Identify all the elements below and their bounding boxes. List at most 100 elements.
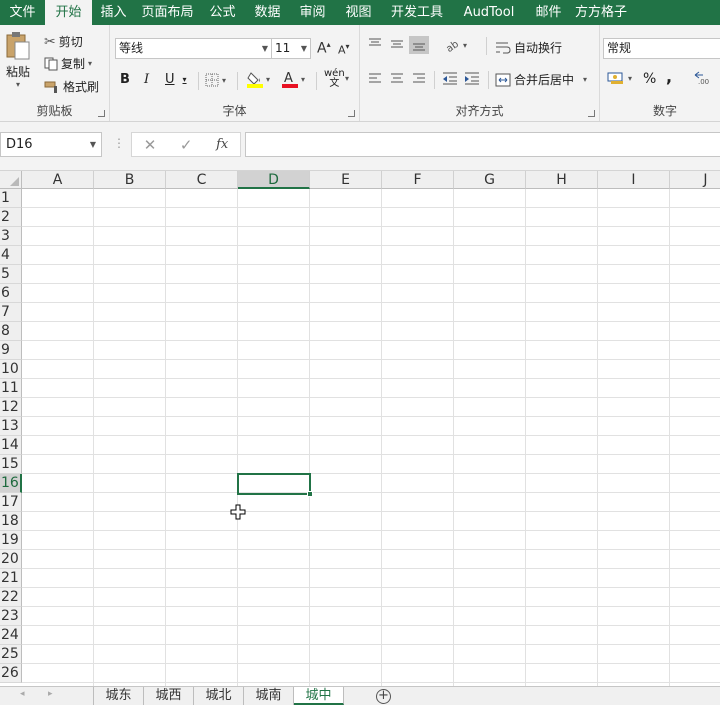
font-size-dropdown[interactable]: 11 ▼ [271, 38, 311, 59]
paste-button[interactable]: 粘贴 ▾ [4, 31, 32, 89]
row-header-24[interactable]: 24 [0, 626, 22, 645]
ribbon-tab-6[interactable]: 审阅 [290, 0, 335, 25]
underline-dropdown-icon[interactable]: ▾ [183, 75, 187, 84]
borders-button[interactable]: ▾ [205, 73, 226, 87]
ribbon-tab-7[interactable]: 视图 [335, 0, 382, 25]
format-painter-button[interactable]: 格式刷 [44, 78, 99, 95]
ribbon-tab-10[interactable]: 邮件 [526, 0, 571, 25]
increase-decimal-button[interactable]: .00 [694, 71, 714, 85]
font-color-button[interactable]: A ▾ [282, 70, 305, 88]
top-align-button[interactable] [368, 38, 382, 50]
alignment-dialog-launcher-icon[interactable] [588, 110, 595, 117]
font-dialog-launcher-icon[interactable] [348, 110, 355, 117]
row-header-2[interactable]: 2 [0, 208, 22, 227]
select-all-button[interactable] [0, 171, 22, 189]
ribbon-tab-1[interactable]: 开始 [45, 0, 92, 25]
align-center-button[interactable] [390, 73, 404, 85]
merge-dropdown-icon[interactable]: ▾ [583, 75, 587, 84]
ribbon-tab-11[interactable]: 方方格子 [571, 0, 631, 25]
ribbon-tab-5[interactable]: 数据 [245, 0, 290, 25]
row-header-15[interactable]: 15 [0, 455, 22, 474]
increase-indent-button[interactable] [464, 72, 480, 85]
wrap-text-button[interactable]: 自动换行 [495, 39, 562, 56]
borders-dropdown-icon[interactable]: ▾ [222, 76, 226, 85]
font-name-dropdown[interactable]: 等线 ▼ [115, 38, 272, 59]
merge-center-button[interactable]: 合并后居中 ▾ [495, 71, 587, 88]
row-header-17[interactable]: 17 [0, 493, 22, 512]
add-sheet-button[interactable]: + [376, 689, 391, 704]
sheet-tab-2[interactable]: 城北 [194, 687, 244, 705]
ribbon-tab-3[interactable]: 页面布局 [135, 0, 200, 25]
scroll-sheets-right-icon[interactable]: ▸ [48, 689, 53, 699]
formula-bar-grip-icon[interactable]: ⋮ [113, 136, 125, 150]
fill-handle[interactable] [307, 491, 313, 497]
ribbon-tab-9[interactable]: AudTool [452, 0, 526, 25]
name-box[interactable]: D16 ▼ [0, 132, 102, 157]
row-header-5[interactable]: 5 [0, 265, 22, 284]
orientation-button[interactable]: ab ▾ [444, 38, 467, 52]
bold-button[interactable]: B [120, 72, 130, 87]
column-header-B[interactable]: B [94, 171, 166, 189]
column-header-H[interactable]: H [526, 171, 598, 189]
accounting-format-button[interactable]: ▾ [607, 71, 632, 85]
comma-style-button[interactable]: , [666, 67, 672, 86]
align-left-button[interactable] [368, 73, 382, 85]
row-header-23[interactable]: 23 [0, 607, 22, 626]
column-header-C[interactable]: C [166, 171, 238, 189]
ribbon-tab-8[interactable]: 开发工具 [382, 0, 452, 25]
row-header-1[interactable]: 1 [0, 189, 22, 208]
row-header-25[interactable]: 25 [0, 645, 22, 664]
fill-color-dropdown-icon[interactable]: ▾ [266, 75, 270, 84]
row-header-12[interactable]: 12 [0, 398, 22, 417]
row-header-10[interactable]: 10 [0, 360, 22, 379]
sheet-tab-3[interactable]: 城南 [244, 687, 294, 705]
cut-button[interactable]: ✂ 剪切 [44, 33, 83, 50]
middle-align-button[interactable] [390, 38, 404, 50]
phonetic-guide-button[interactable]: wén 文 [324, 69, 345, 89]
italic-button[interactable]: I [144, 72, 149, 87]
row-header-19[interactable]: 19 [0, 531, 22, 550]
row-header-11[interactable]: 11 [0, 379, 22, 398]
underline-button[interactable]: U ▾ [165, 72, 187, 87]
enter-icon[interactable]: ✓ [180, 136, 193, 154]
cancel-icon[interactable]: ✕ [144, 136, 157, 154]
row-header-21[interactable]: 21 [0, 569, 22, 588]
row-header-14[interactable]: 14 [0, 436, 22, 455]
worksheet-grid[interactable]: ABCDEFGHIJ 1 2 3 4 5 6 7 8 9 10 11 12 13 14 15 16 17 18 19… [0, 171, 720, 686]
font-color-dropdown-icon[interactable]: ▾ [301, 75, 305, 84]
column-header-A[interactable]: A [22, 171, 94, 189]
active-cell-outline[interactable] [237, 473, 311, 495]
align-right-button[interactable] [412, 73, 426, 85]
column-header-D[interactable]: D [238, 171, 310, 189]
row-header-8[interactable]: 8 [0, 322, 22, 341]
column-header-I[interactable]: I [598, 171, 670, 189]
number-format-dropdown[interactable]: 常规 [603, 38, 720, 59]
decrease-font-size-button[interactable]: A▾ [338, 42, 350, 57]
sheet-tab-0[interactable]: 城东 [94, 687, 144, 705]
column-header-G[interactable]: G [454, 171, 526, 189]
copy-button[interactable]: 复制 ▾ [44, 55, 92, 72]
row-header-22[interactable]: 22 [0, 588, 22, 607]
ribbon-tab-4[interactable]: 公式 [200, 0, 245, 25]
row-header-6[interactable]: 6 [0, 284, 22, 303]
ribbon-tab-0[interactable]: 文件 [0, 0, 45, 25]
row-header-16[interactable]: 16 [0, 474, 22, 493]
row-header-18[interactable]: 18 [0, 512, 22, 531]
ribbon-tab-2[interactable]: 插入 [92, 0, 135, 25]
sheet-tab-4[interactable]: 城中 [294, 687, 344, 705]
fill-color-button[interactable]: ▾ [247, 70, 270, 88]
accounting-dropdown-icon[interactable]: ▾ [628, 74, 632, 83]
copy-dropdown-icon[interactable]: ▾ [88, 59, 92, 68]
column-header-F[interactable]: F [382, 171, 454, 189]
row-header-7[interactable]: 7 [0, 303, 22, 322]
row-header-3[interactable]: 3 [0, 227, 22, 246]
row-header-9[interactable]: 9 [0, 341, 22, 360]
row-header-13[interactable]: 13 [0, 417, 22, 436]
column-header-J[interactable]: J [670, 171, 720, 189]
insert-function-icon[interactable]: fx [216, 137, 228, 152]
percent-button[interactable]: % [643, 71, 656, 87]
row-header-20[interactable]: 20 [0, 550, 22, 569]
bottom-align-button[interactable] [409, 36, 429, 54]
formula-input[interactable] [245, 132, 720, 157]
scroll-sheets-left-icon[interactable]: ◂ [20, 689, 25, 699]
